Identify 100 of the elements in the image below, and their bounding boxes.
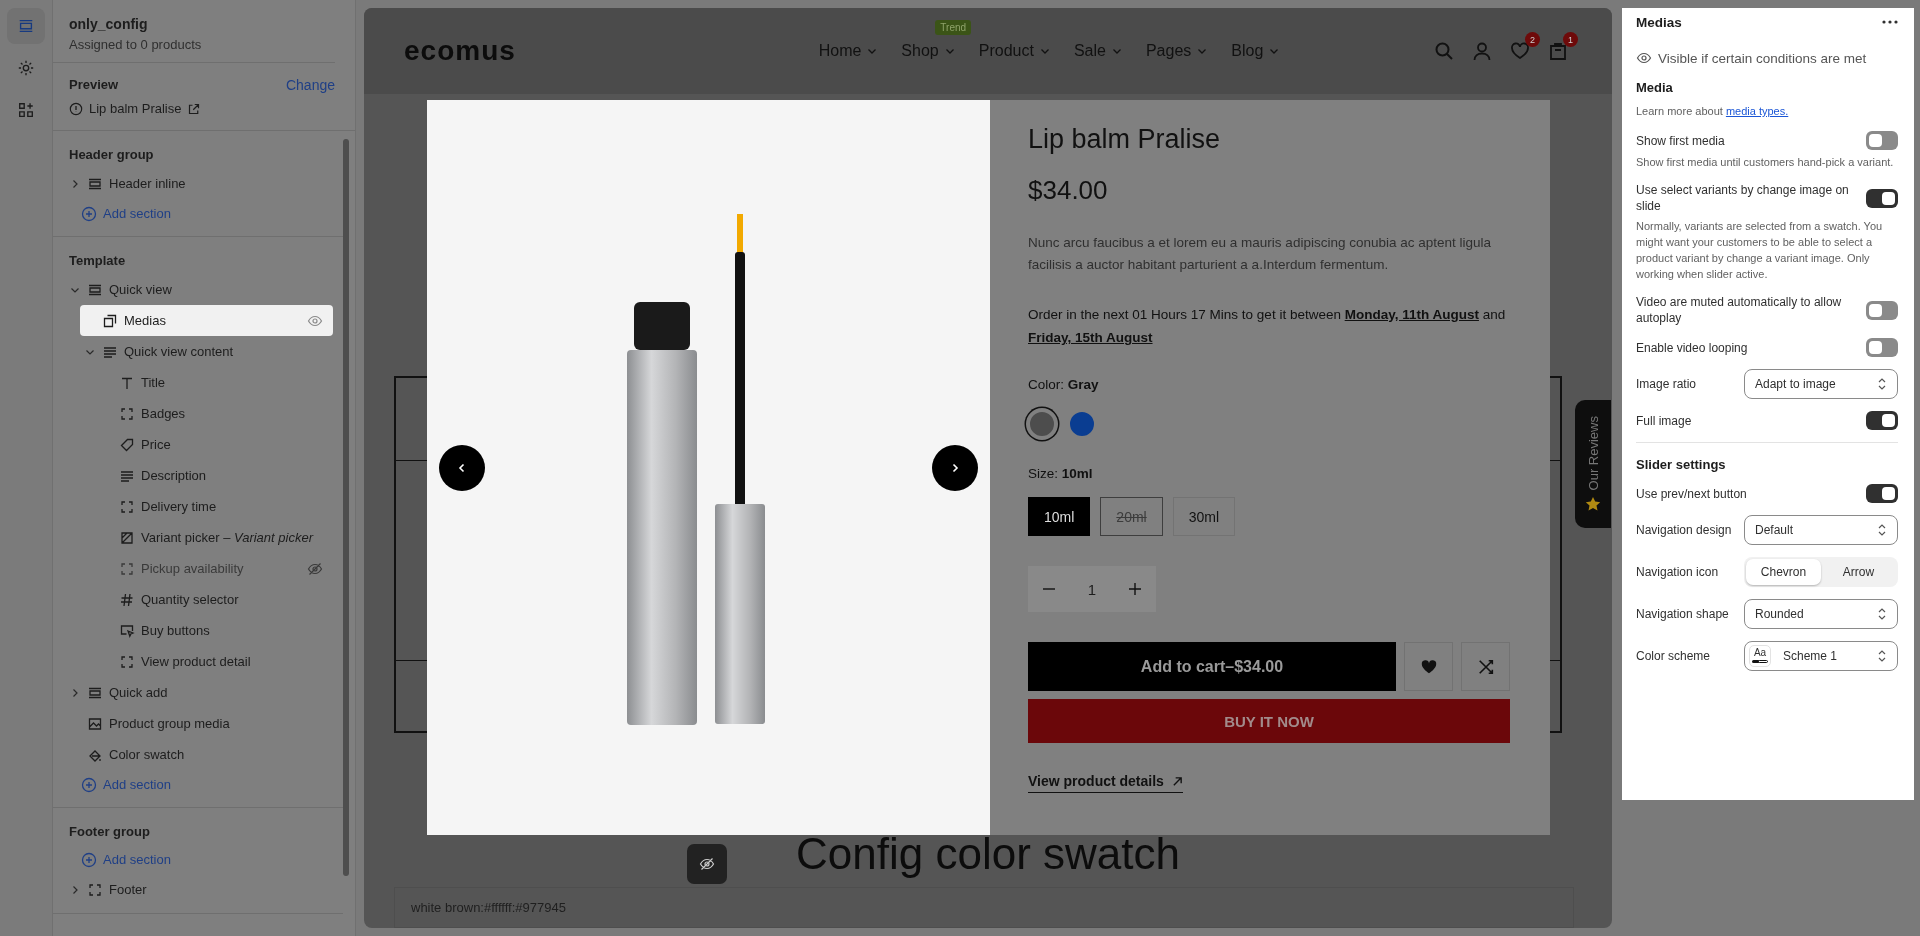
select-field[interactable]: Aa Scheme 1	[1744, 641, 1898, 671]
select-arrows-icon[interactable]	[1877, 377, 1887, 391]
hash-icon	[119, 591, 135, 608]
setting-label: Video are muted automatically to allow autoplay	[1636, 294, 1843, 326]
color-swatch[interactable]	[1028, 410, 1056, 438]
external-link-icon[interactable]	[187, 102, 200, 115]
add-section-label[interactable]: Add section	[103, 206, 171, 221]
chevron-icon[interactable]	[70, 687, 80, 698]
tree-item[interactable]: Badges	[97, 398, 333, 429]
store-logo[interactable]: ecomus	[404, 35, 704, 67]
chevron-down-icon[interactable]	[1111, 46, 1122, 56]
nav-link[interactable]: Shop	[901, 42, 939, 60]
more-icon[interactable]	[1882, 20, 1898, 24]
user-icon[interactable]	[1472, 41, 1492, 61]
previous-button[interactable]	[439, 444, 485, 491]
view-product-details-link[interactable]: View product details	[1028, 773, 1164, 789]
media-types-link[interactable]: media types.	[1725, 105, 1789, 117]
setting-label: Full image	[1636, 412, 1692, 429]
tree-item[interactable]: Quick view content	[80, 336, 333, 367]
apps-icon[interactable]	[17, 101, 35, 119]
tree-item[interactable]: Pickup availability	[97, 553, 333, 584]
size-option[interactable]: 10ml	[1028, 497, 1091, 536]
tree-item[interactable]: Header inline	[65, 168, 333, 199]
setting-label: Enable video looping	[1636, 339, 1748, 356]
scrollbar[interactable]	[343, 139, 349, 876]
template-name: only_config	[69, 16, 149, 32]
quantity-value[interactable]: 1	[1087, 580, 1097, 598]
chevron-icon[interactable]	[70, 884, 80, 895]
toggle-switch[interactable]	[1866, 131, 1898, 150]
chevron-down-icon[interactable]	[1269, 46, 1280, 56]
chevron-down-icon[interactable]	[867, 46, 878, 56]
tree-item[interactable]: Description	[97, 460, 333, 491]
tree-item[interactable]: Color swatch	[65, 739, 333, 770]
compare-button[interactable]	[1461, 642, 1510, 691]
nav-link[interactable]: Home	[818, 42, 862, 60]
plus-circle-icon[interactable]	[81, 776, 97, 793]
add-section-label[interactable]: Add section	[103, 777, 171, 792]
wishlist-button[interactable]	[1404, 642, 1453, 691]
tree-item[interactable]: Medias	[80, 305, 333, 336]
chevron-down-icon[interactable]	[944, 46, 955, 56]
plus-circle-icon[interactable]	[81, 851, 97, 868]
plus-circle-icon[interactable]	[81, 205, 97, 222]
tree-item[interactable]: Buy buttons	[97, 615, 333, 646]
next-button[interactable]	[932, 444, 978, 491]
select-field[interactable]: Rounded	[1744, 599, 1898, 629]
nav-link[interactable]: Product	[978, 42, 1034, 60]
select-arrows-icon[interactable]	[1877, 523, 1887, 537]
bag-icon[interactable]	[1548, 41, 1568, 61]
tree-item[interactable]: Title	[97, 367, 333, 398]
plus-icon[interactable]	[1128, 582, 1142, 596]
heart-icon[interactable]	[1419, 657, 1438, 676]
tree-item[interactable]: Quantity selector	[97, 584, 333, 615]
nav-link[interactable]: Sale	[1073, 42, 1106, 60]
toggle-switch[interactable]	[1866, 411, 1898, 430]
nav-link[interactable]: Blog	[1231, 42, 1264, 60]
group-title: Footer group	[68, 823, 151, 841]
color-swatch[interactable]	[1068, 410, 1096, 438]
chevron-icon[interactable]	[70, 178, 80, 189]
sections-tab[interactable]	[7, 8, 45, 44]
tree-item[interactable]: View product detail	[97, 646, 333, 677]
settings-icon[interactable]	[17, 59, 35, 77]
chevron-down-icon[interactable]	[1197, 46, 1208, 56]
buy-now-button[interactable]: BUY IT NOW	[1028, 699, 1510, 743]
tree-item[interactable]: Variant picker – Variant picker	[97, 522, 333, 553]
heart-icon[interactable]	[1510, 41, 1530, 61]
select-arrows-icon[interactable]	[1877, 607, 1887, 621]
tree-item[interactable]: Quick add	[65, 677, 333, 708]
sections-icon[interactable]	[17, 17, 35, 35]
tree-item[interactable]: Delivery time	[97, 491, 333, 522]
toggle-switch[interactable]	[1866, 338, 1898, 357]
add-to-cart-button[interactable]: Add to cart–$34.00	[1028, 642, 1396, 691]
hide-preview-button[interactable]	[687, 844, 727, 884]
segment-option[interactable]: Chevron	[1746, 559, 1821, 585]
select-field[interactable]: Default	[1744, 515, 1898, 545]
select-field[interactable]: Adapt to image	[1744, 369, 1898, 399]
chevron-down-icon[interactable]	[1039, 46, 1050, 56]
tree-item[interactable]: Price	[97, 429, 333, 460]
toggle-switch[interactable]	[1866, 188, 1898, 208]
select-arrows-icon[interactable]	[1877, 649, 1887, 663]
visibility-text[interactable]: Visible if certain conditions are met	[1658, 50, 1867, 66]
shuffle-icon[interactable]	[1476, 657, 1495, 676]
size-option[interactable]: 30ml	[1172, 497, 1236, 536]
help-text: Normally, variants are selected from a swatch. You might want your customers to be able to select a product variant by change a variant image. Only working when slider active.	[1636, 219, 1884, 282]
info-icon	[69, 101, 83, 116]
tree-item[interactable]: Quick view	[65, 274, 333, 305]
toggle-switch[interactable]	[1866, 484, 1898, 503]
page-heading: Config color swatch	[796, 829, 1180, 879]
setting-label: Image ratio	[1636, 376, 1698, 392]
media-icon	[102, 312, 118, 329]
size-option[interactable]: 20ml	[1100, 497, 1163, 536]
toggle-switch[interactable]	[1866, 300, 1898, 320]
change-link[interactable]: Change	[285, 77, 335, 93]
tree-item[interactable]: Product group media	[65, 708, 333, 739]
eye-slash-icon[interactable]	[699, 856, 715, 872]
segment-option[interactable]: Arrow	[1821, 559, 1896, 585]
add-section-label[interactable]: Add section	[103, 852, 171, 867]
search-icon[interactable]	[1434, 41, 1454, 61]
tree-item[interactable]: Footer	[65, 874, 333, 905]
nav-link[interactable]: Pages	[1145, 42, 1192, 60]
arrow-up-right-icon[interactable]	[1171, 775, 1183, 787]
